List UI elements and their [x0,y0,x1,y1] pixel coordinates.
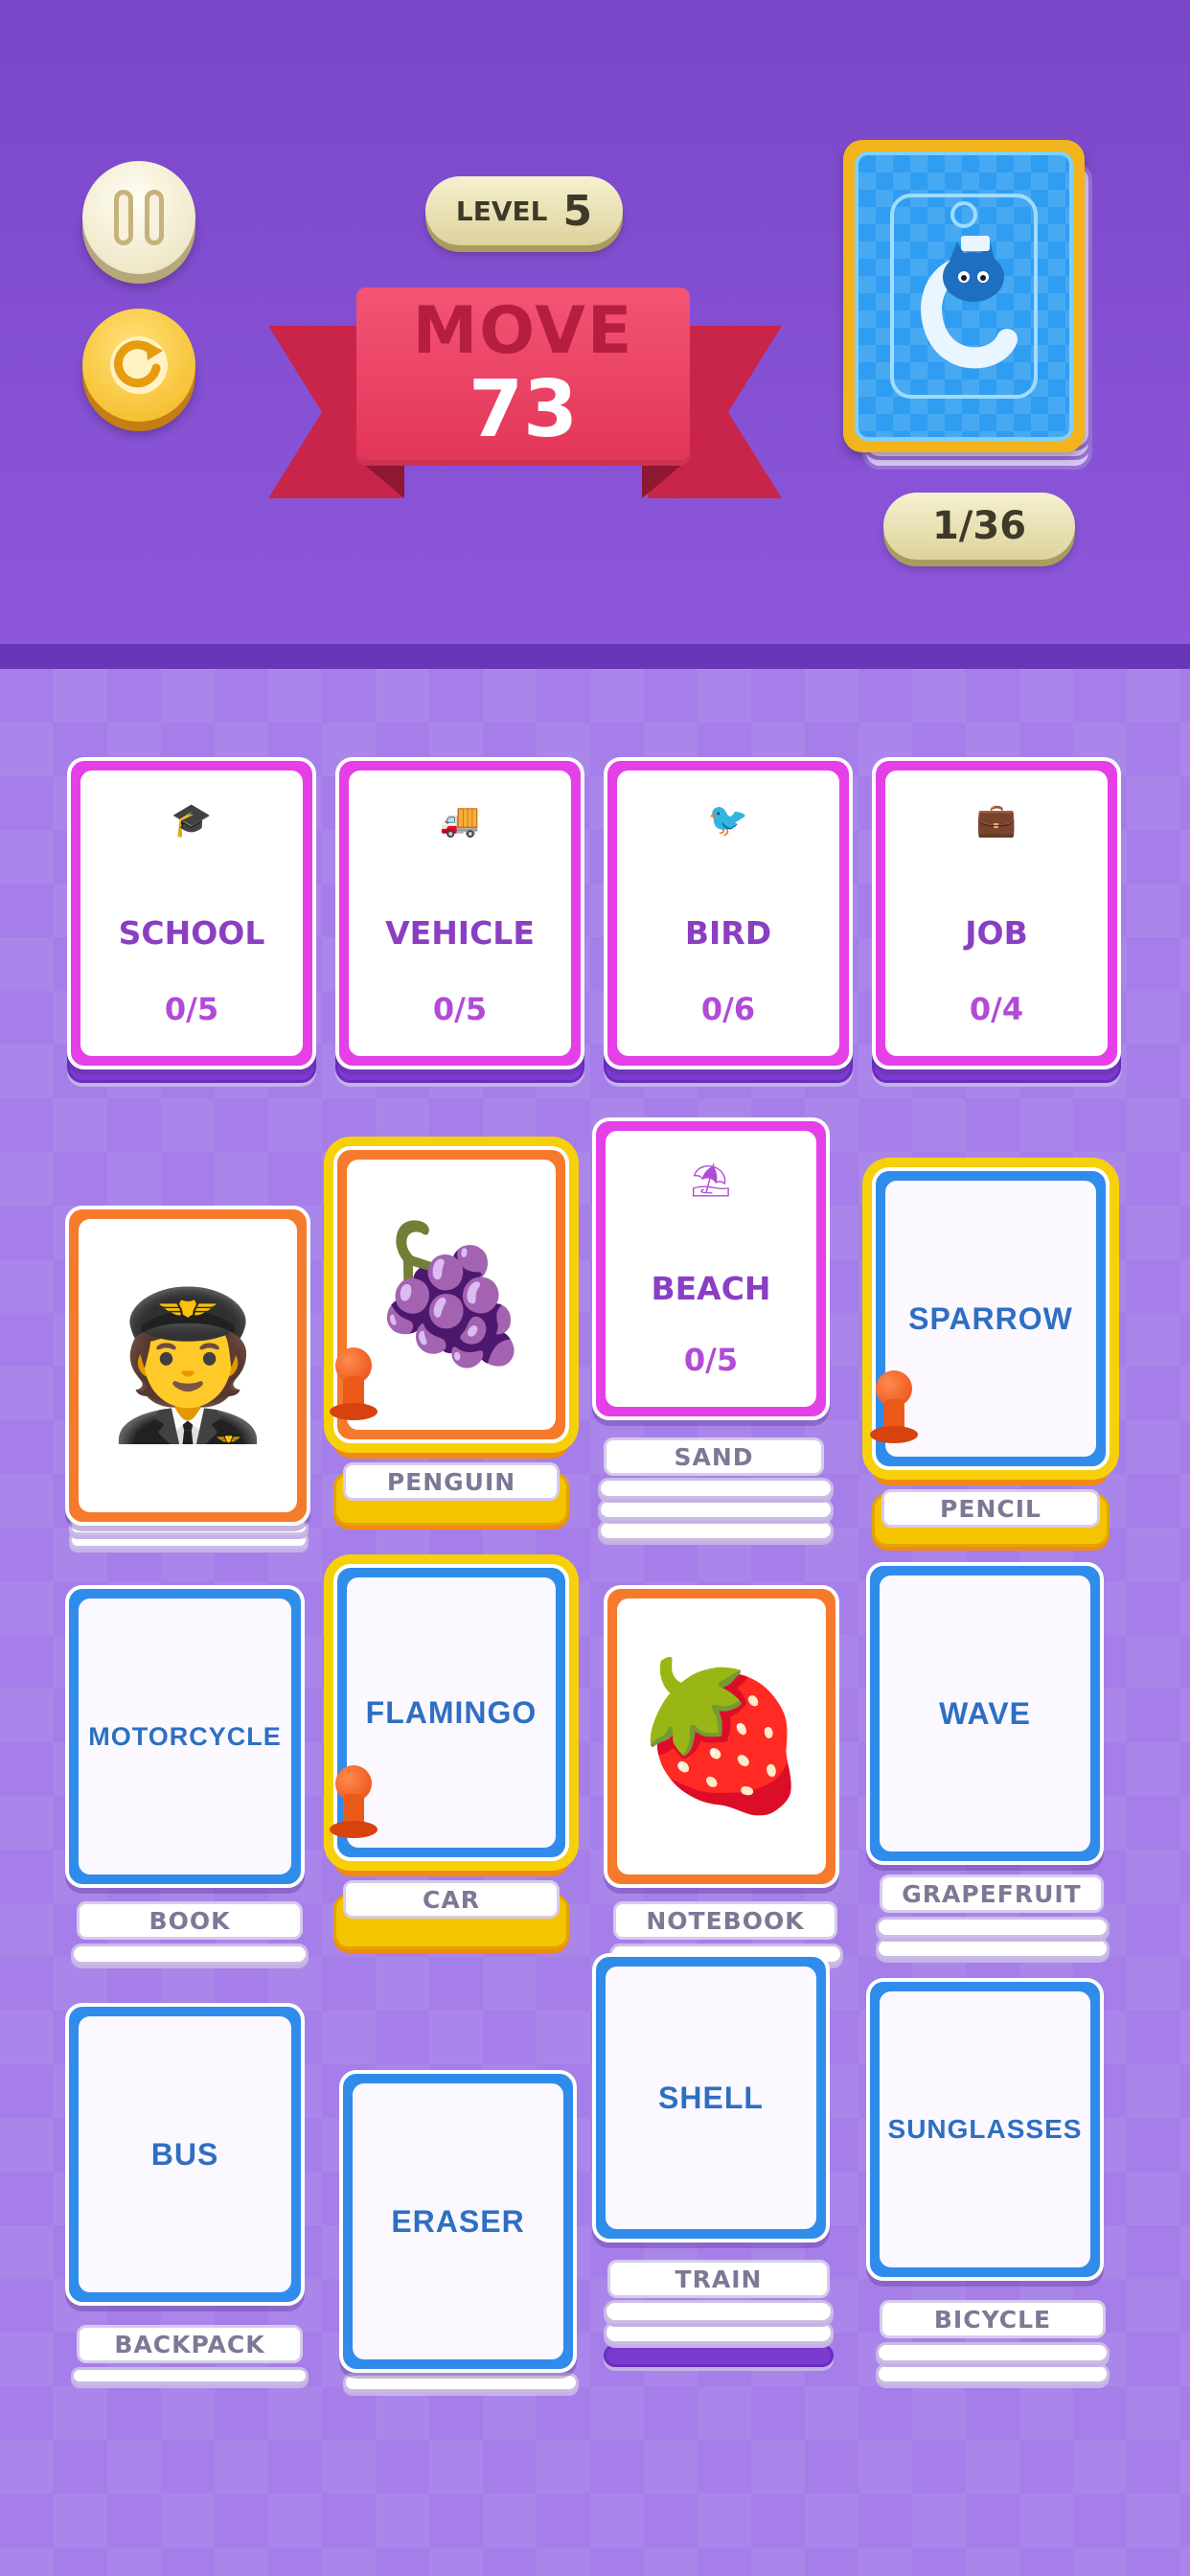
tableau-column-2[interactable]: PENGUIN 🍇 [330,1146,569,1530]
stack-layer [343,2373,579,2392]
stack-layer [71,2367,309,2384]
under-card-label: PENGUIN [343,1462,560,1501]
stack-layer [604,2300,834,2323]
tableau-column-3[interactable]: SAND ⛱ BEACH 0/5 [592,1117,834,1543]
under-card-label: BICYCLE [880,2300,1106,2338]
image-card-strawberry[interactable]: 🍓 [604,1585,839,1888]
category-card-beach[interactable]: ⛱ BEACH 0/5 [592,1117,830,1420]
category-slot[interactable]: 🐦 BIRD 0/6 [604,757,853,1083]
stack-layer [876,2342,1110,2363]
under-card-label: SAND [604,1438,824,1476]
card-word: FLAMINGO [365,1694,538,1730]
tableau-column-2[interactable]: ERASER [339,2070,581,2396]
word-card-wave[interactable]: WAVE [866,1562,1104,1865]
pause-icon [108,190,170,245]
stack-layer [604,2321,834,2344]
category-slot[interactable]: 🚚 VEHICLE 0/5 [335,757,584,1083]
move-counter-ribbon: MOVE 73 [356,288,690,466]
tableau-column-4[interactable]: PENCIL SPARROW [870,1167,1110,1551]
under-card-label: PENCIL [881,1489,1100,1528]
level-label: LEVEL [455,195,548,227]
tableau-column-3[interactable]: TRAIN SHELL [592,1953,834,2375]
strawberry-image: 🍓 [631,1653,812,1820]
pin-marker-icon [870,1370,918,1447]
stack-layer [71,1944,309,1965]
stack-layer [598,1520,834,1541]
category-count: 0/5 [683,1342,739,1378]
category-card-vehicle[interactable]: 🚚 VEHICLE 0/5 [335,757,584,1070]
restart-icon [110,336,168,394]
bird-icon: 🐦 [707,801,749,840]
grapes-image: 🍇 [367,1216,536,1372]
word-card-bus[interactable]: BUS [65,2003,305,2306]
category-card-job[interactable]: 💼 JOB 0/4 [872,757,1121,1070]
move-label: MOVE [412,293,634,369]
word-card-motorcycle[interactable]: MOTORCYCLE [65,1585,305,1888]
stack-layer [876,1938,1110,1959]
pause-button[interactable] [82,161,195,274]
image-card-pilot[interactable]: 🧑‍✈️ [65,1206,310,1526]
under-card-label: BACKPACK [77,2325,303,2363]
stack-layer [598,1478,834,1499]
under-card-label: TRAIN [607,2260,830,2298]
category-count: 0/6 [700,991,756,1027]
category-title: BEACH [651,1269,771,1307]
draw-deck[interactable] [843,140,1085,452]
graduation-cap-icon: 🎓 [171,801,213,840]
card-word: BUS [150,2136,219,2172]
tableau-column-4[interactable]: GRAPEFRUIT WAVE [866,1562,1110,1965]
category-count: 0/4 [969,991,1024,1027]
tableau-column-1[interactable]: 🧑‍✈️ [65,1206,310,1551]
restart-button[interactable] [82,309,195,422]
category-title: BIRD [684,913,772,952]
pin-marker-icon [330,1765,378,1842]
category-card-bird[interactable]: 🐦 BIRD 0/6 [604,757,853,1070]
cat-mascot-icon [890,194,1038,399]
category-count: 0/5 [432,991,488,1027]
card-word: SPARROW [908,1300,1073,1336]
beach-umbrella-icon: ⛱ [690,1162,732,1200]
stack-layer [876,1917,1110,1938]
stack-layer [598,1499,834,1520]
card-word: SUNGLASSES [887,2114,1083,2144]
card-word: MOTORCYCLE [88,1721,282,1751]
category-slot[interactable]: 💼 JOB 0/4 [872,757,1121,1083]
word-card-eraser[interactable]: ERASER [339,2070,577,2373]
deck-count: 1/36 [883,493,1075,560]
tableau-column-4[interactable]: BICYCLE SUNGLASSES [866,1978,1110,2390]
under-card-label: BOOK [77,1901,303,1940]
under-card-label: GRAPEFRUIT [880,1874,1104,1913]
category-card-school[interactable]: 🎓 SCHOOL 0/5 [67,757,316,1070]
category-title: SCHOOL [118,913,265,952]
level-indicator: LEVEL 5 [425,176,623,245]
tableau-column-2[interactable]: CAR FLAMINGO [330,1564,569,1957]
category-count: 0/5 [164,991,219,1027]
card-word: ERASER [391,2203,525,2239]
stack-layer [604,2344,834,2367]
briefcase-icon: 💼 [975,801,1018,840]
word-card-shell[interactable]: SHELL [592,1953,830,2242]
stack-layer [876,2363,1110,2384]
pilot-image: 🧑‍✈️ [98,1282,278,1449]
tableau-column-3[interactable]: NOTEBOOK 🍓 [604,1585,843,1968]
deck-card-back [855,151,1073,441]
header-divider [0,644,1190,669]
tableau-column-1[interactable]: BOOK MOTORCYCLE [65,1585,309,1968]
under-card-label: CAR [343,1880,560,1919]
truck-icon: 🚚 [439,801,481,840]
word-card-sunglasses[interactable]: SUNGLASSES [866,1978,1104,2281]
level-number: 5 [562,186,593,236]
card-word: SHELL [658,2080,764,2115]
tableau-column-1[interactable]: BACKPACK BUS [65,2003,309,2386]
category-title: JOB [965,913,1028,952]
card-word: WAVE [939,1695,1031,1731]
move-number: 73 [468,364,579,455]
under-card-label: NOTEBOOK [613,1901,837,1940]
category-title: VEHICLE [385,913,535,952]
pin-marker-icon [330,1347,378,1424]
category-slot[interactable]: 🎓 SCHOOL 0/5 [67,757,316,1083]
